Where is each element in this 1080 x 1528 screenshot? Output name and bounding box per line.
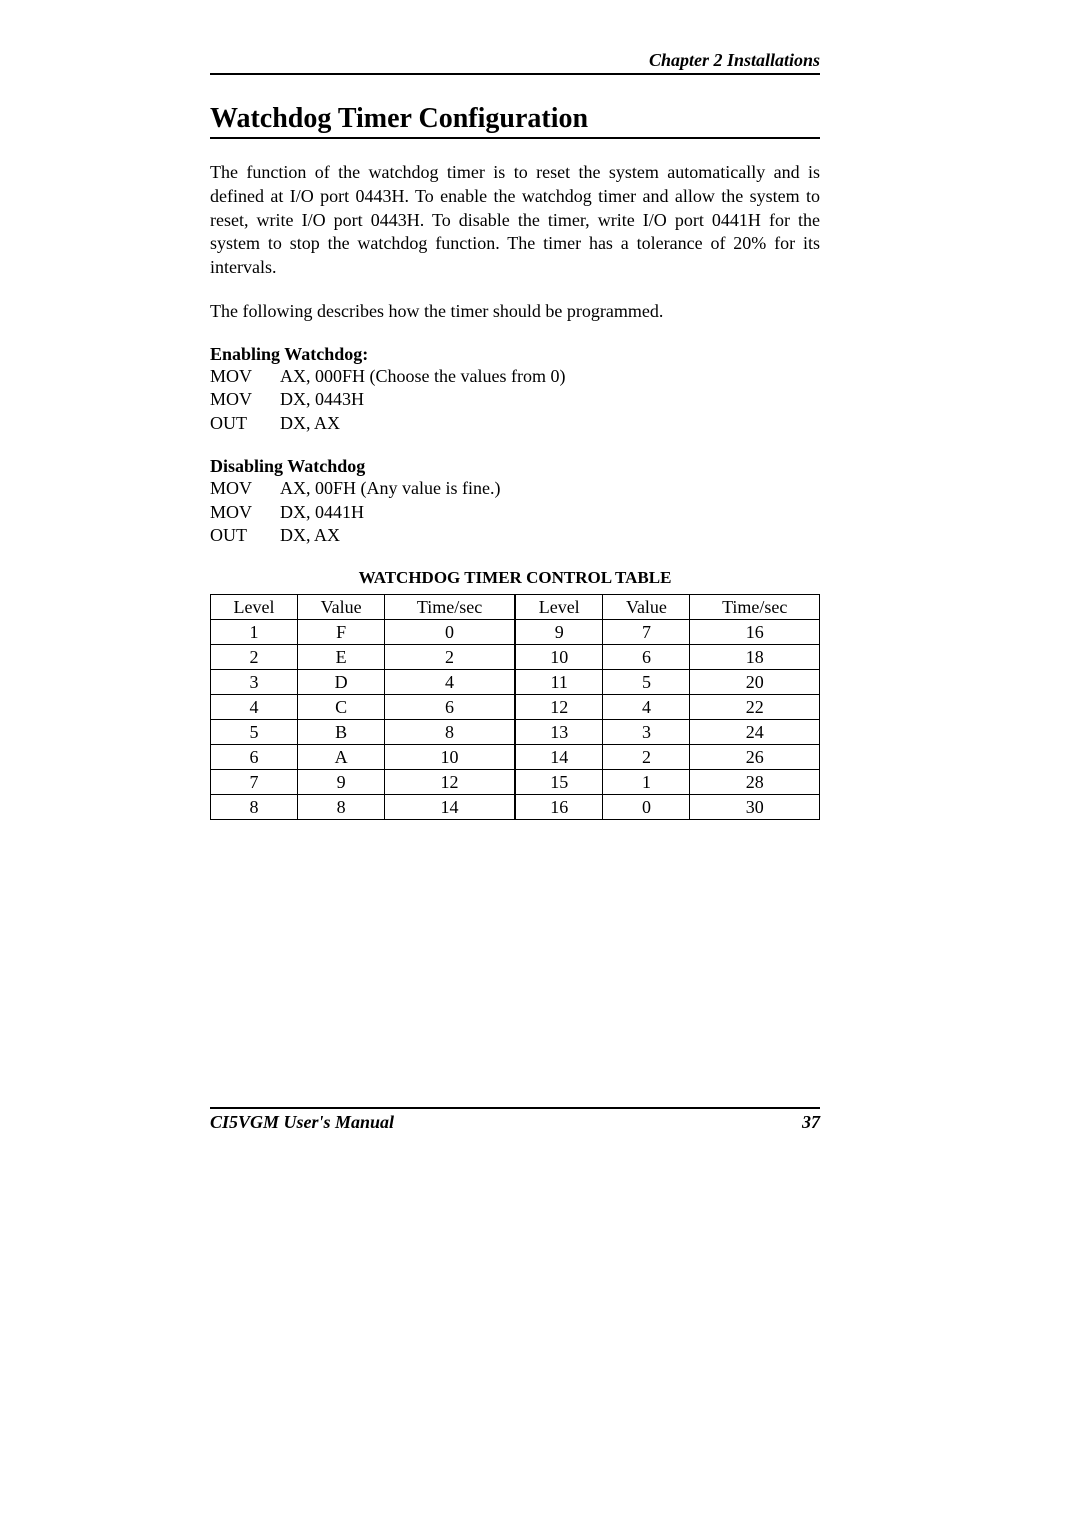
table-cell: 14 (385, 795, 515, 820)
paragraph-intro: The function of the watchdog timer is to… (210, 161, 820, 280)
asm-op: MOV (210, 388, 280, 412)
enable-heading: Enabling Watchdog: (210, 344, 820, 365)
table-cell: 2 (603, 745, 690, 770)
control-table: Level Value Time/sec Level Value Time/se… (210, 594, 820, 820)
table-cell: 3 (603, 720, 690, 745)
table-cell: A (298, 745, 385, 770)
table-cell: 5 (211, 720, 298, 745)
footer: CI5VGM User's Manual 37 (210, 1107, 820, 1133)
table-header: Level (211, 595, 298, 620)
paragraph-how: The following describes how the timer sh… (210, 300, 820, 324)
table-cell: 7 (603, 620, 690, 645)
table-cell: 22 (690, 695, 820, 720)
table-cell: 10 (385, 745, 515, 770)
asm-row: MOV DX, 0441H (210, 501, 820, 525)
table-cell: 6 (603, 645, 690, 670)
chapter-header: Chapter 2 Installations (210, 50, 820, 71)
table-cell: C (298, 695, 385, 720)
table-cell: D (298, 670, 385, 695)
table-cell: 2 (385, 645, 515, 670)
page: Chapter 2 Installations Watchdog Timer C… (0, 0, 1080, 1528)
asm-arg: DX, AX (280, 412, 820, 436)
table-row: 2E210618 (211, 645, 820, 670)
table-cell: 20 (690, 670, 820, 695)
asm-row: OUT DX, AX (210, 412, 820, 436)
table-cell: 4 (211, 695, 298, 720)
table-row: 3D411520 (211, 670, 820, 695)
asm-row: MOV AX, 00FH (Any value is fine.) (210, 477, 820, 501)
asm-arg: DX, 0443H (280, 388, 820, 412)
asm-arg: AX, 000FH (Choose the values from 0) (280, 365, 820, 389)
table-cell: 1 (211, 620, 298, 645)
asm-op: OUT (210, 412, 280, 436)
table-cell: 9 (298, 770, 385, 795)
table-cell: 24 (690, 720, 820, 745)
table-cell: F (298, 620, 385, 645)
section-title: Watchdog Timer Configuration (210, 103, 820, 135)
asm-row: MOV DX, 0443H (210, 388, 820, 412)
table-header: Value (603, 595, 690, 620)
table-cell: 9 (515, 620, 603, 645)
table-cell: 28 (690, 770, 820, 795)
table-cell: 18 (690, 645, 820, 670)
table-header: Time/sec (690, 595, 820, 620)
table-cell: 12 (385, 770, 515, 795)
table-cell: 0 (385, 620, 515, 645)
enable-code-block: MOV AX, 000FH (Choose the values from 0)… (210, 365, 820, 436)
table-cell: 13 (515, 720, 603, 745)
footer-manual: CI5VGM User's Manual (210, 1112, 394, 1133)
table-row: 6A1014226 (211, 745, 820, 770)
table-row: 881416030 (211, 795, 820, 820)
table-cell: 8 (385, 720, 515, 745)
table-cell: 4 (385, 670, 515, 695)
table-cell: 15 (515, 770, 603, 795)
asm-op: MOV (210, 365, 280, 389)
table-cell: 16 (690, 620, 820, 645)
table-header-row: Level Value Time/sec Level Value Time/se… (211, 595, 820, 620)
table-cell: 6 (211, 745, 298, 770)
table-row: 1F09716 (211, 620, 820, 645)
footer-rule (210, 1107, 820, 1109)
table-cell: 6 (385, 695, 515, 720)
table-header: Level (515, 595, 603, 620)
asm-op: MOV (210, 477, 280, 501)
table-cell: E (298, 645, 385, 670)
table-cell: 1 (603, 770, 690, 795)
table-cell: 8 (211, 795, 298, 820)
asm-row: MOV AX, 000FH (Choose the values from 0) (210, 365, 820, 389)
table-cell: 8 (298, 795, 385, 820)
asm-arg: AX, 00FH (Any value is fine.) (280, 477, 820, 501)
asm-row: OUT DX, AX (210, 524, 820, 548)
table-header: Value (298, 595, 385, 620)
table-cell: B (298, 720, 385, 745)
disable-code-block: MOV AX, 00FH (Any value is fine.) MOV DX… (210, 477, 820, 548)
table-cell: 14 (515, 745, 603, 770)
table-cell: 2 (211, 645, 298, 670)
table-cell: 11 (515, 670, 603, 695)
chapter-rule (210, 73, 820, 75)
table-cell: 4 (603, 695, 690, 720)
table-cell: 3 (211, 670, 298, 695)
table-cell: 12 (515, 695, 603, 720)
table-row: 5B813324 (211, 720, 820, 745)
table-title: WATCHDOG TIMER CONTROL TABLE (210, 568, 820, 588)
section-rule (210, 137, 820, 139)
table-cell: 26 (690, 745, 820, 770)
table-row: 4C612422 (211, 695, 820, 720)
asm-op: MOV (210, 501, 280, 525)
table-cell: 10 (515, 645, 603, 670)
table-cell: 7 (211, 770, 298, 795)
table-row: 791215128 (211, 770, 820, 795)
table-cell: 0 (603, 795, 690, 820)
disable-heading: Disabling Watchdog (210, 456, 820, 477)
table-cell: 5 (603, 670, 690, 695)
asm-op: OUT (210, 524, 280, 548)
asm-arg: DX, 0441H (280, 501, 820, 525)
table-cell: 16 (515, 795, 603, 820)
table-header: Time/sec (385, 595, 515, 620)
table-cell: 30 (690, 795, 820, 820)
footer-page-number: 37 (802, 1112, 820, 1133)
asm-arg: DX, AX (280, 524, 820, 548)
